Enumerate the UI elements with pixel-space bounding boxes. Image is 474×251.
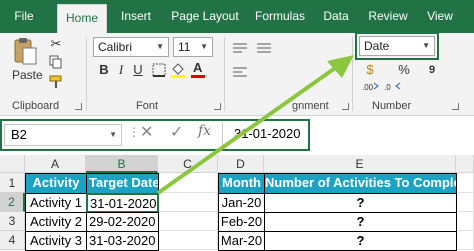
tab-home[interactable]: Home [57, 4, 107, 33]
tab-formulas[interactable]: Formulas [248, 0, 312, 33]
decrease-decimal-icon[interactable]: .0 [384, 79, 402, 93]
tab-data[interactable]: Data [316, 0, 356, 33]
formula-divider [222, 123, 223, 147]
paste-label[interactable]: Paste [12, 68, 43, 82]
row-header-4[interactable]: 4 [0, 231, 25, 250]
cell-c1[interactable] [158, 173, 218, 193]
more-options-icon: ⋮ [128, 125, 140, 139]
alignment-launcher-icon[interactable] [342, 103, 349, 110]
column-header-b[interactable]: B [86, 155, 158, 173]
column-header-c[interactable]: C [158, 155, 218, 173]
number-format-value: Date [364, 39, 390, 53]
row-header-2[interactable]: 2 [0, 193, 25, 212]
name-box[interactable]: B2 ▼ [4, 124, 122, 146]
cell-f4[interactable] [457, 231, 474, 250]
cell-e1[interactable]: Number of Activities To Complete [264, 173, 457, 194]
paste-icon[interactable] [12, 37, 38, 67]
cell-d4[interactable]: Mar-20 [218, 231, 265, 251]
cell-c2[interactable] [158, 193, 218, 212]
cell-d3[interactable]: Feb-20 [218, 212, 265, 232]
formula-bar: B2 ▼ ⋮ ✕ ✓ fx 31-01-2020 [0, 117, 474, 153]
bold-icon[interactable]: B [97, 61, 111, 79]
cell-b2[interactable]: 31-01-2020 [86, 193, 159, 213]
clipboard-group-label: Clipboard [12, 100, 60, 112]
cell-a2[interactable]: Activity 1 [25, 193, 87, 213]
chevron-down-icon: ▼ [200, 42, 208, 51]
formula-input[interactable]: 31-01-2020 [234, 126, 301, 141]
chevron-down-icon: ▼ [109, 130, 117, 139]
font-name-value: Calibri [98, 40, 133, 54]
column-header-e[interactable]: E [264, 155, 456, 173]
tab-review[interactable]: Review [362, 0, 414, 33]
column-header-f[interactable] [456, 155, 474, 173]
cell-d2[interactable]: Jan-20 [218, 193, 265, 213]
font-launcher-icon[interactable] [214, 103, 221, 110]
cell-c4[interactable] [158, 231, 218, 250]
fill-color-icon[interactable] [170, 61, 186, 79]
group-separator [224, 37, 225, 111]
cut-icon[interactable]: ✂ [48, 35, 64, 53]
confirm-entry-icon[interactable]: ✓ [170, 122, 183, 142]
tab-insert[interactable]: Insert [112, 0, 160, 33]
cell-f3[interactable] [457, 212, 474, 231]
comma-style-icon[interactable]: 9 [424, 61, 440, 79]
borders-icon[interactable] [152, 63, 166, 77]
cell-f1[interactable] [457, 173, 474, 193]
font-name-combo[interactable]: Calibri ▼ [93, 37, 169, 57]
percent-style-icon[interactable]: % [396, 61, 412, 79]
insert-function-icon[interactable]: fx [198, 123, 211, 139]
cell-b1[interactable]: Target Date [86, 173, 159, 194]
accounting-format-icon[interactable]: $ [362, 61, 378, 79]
worksheet-grid: A B C D E 1 2 3 4 Activity Target Date A… [0, 155, 474, 251]
group-separator [352, 37, 353, 111]
cell-f2[interactable] [457, 193, 474, 212]
number-format-combo[interactable]: Date ▼ [359, 36, 435, 56]
copy-icon[interactable] [49, 55, 63, 69]
format-painter-icon[interactable] [49, 75, 63, 89]
cancel-entry-icon[interactable]: ✕ [140, 122, 153, 142]
align-top-icon[interactable] [232, 41, 248, 53]
underline-icon[interactable]: U [131, 61, 145, 79]
ribbon-tab-bar: File Home Insert Page Layout Formulas Da… [0, 0, 474, 33]
cell-a1[interactable]: Activity [25, 173, 87, 194]
row-header-1[interactable]: 1 [0, 173, 25, 193]
tab-page-layout[interactable]: Page Layout [166, 0, 244, 33]
cell-c3[interactable] [158, 212, 218, 231]
cell-e4[interactable]: ? [264, 231, 457, 251]
align-middle-icon[interactable] [256, 41, 272, 53]
group-separator [86, 37, 87, 111]
column-header-a[interactable]: A [25, 155, 86, 173]
row-header-3[interactable]: 3 [0, 212, 25, 231]
select-all-corner[interactable] [0, 155, 25, 173]
number-launcher-icon[interactable] [452, 103, 459, 110]
font-size-value: 11 [178, 40, 191, 54]
clipboard-launcher-icon[interactable] [75, 103, 82, 110]
alignment-group-label: gnment [292, 100, 329, 112]
column-header-d[interactable]: D [218, 155, 264, 173]
tab-file[interactable]: File [4, 0, 44, 33]
name-box-value: B2 [11, 127, 27, 142]
svg-text:.0: .0 [384, 83, 391, 92]
cell-e3[interactable]: ? [264, 212, 457, 232]
number-group-label: Number [372, 100, 412, 112]
increase-decimal-icon[interactable]: .00 [362, 79, 380, 93]
align-left-icon[interactable] [232, 65, 248, 77]
font-group-label: Font [136, 100, 159, 112]
ribbon: Paste ✂ Clipboard Calibri ▼ 11 ▼ B I U A… [0, 32, 474, 116]
cell-a3[interactable]: Activity 2 [25, 212, 87, 232]
svg-text:.00: .00 [362, 83, 374, 92]
cell-e2[interactable]: ? [264, 193, 457, 213]
italic-icon[interactable]: I [114, 61, 128, 79]
font-size-combo[interactable]: 11 ▼ [173, 37, 213, 57]
font-color-icon[interactable]: A [190, 60, 206, 79]
chevron-down-icon: ▼ [422, 41, 430, 50]
cell-d1[interactable]: Month [218, 173, 265, 194]
chevron-down-icon: ▼ [156, 42, 164, 51]
cell-b3[interactable]: 29-02-2020 [86, 212, 159, 232]
cell-a4[interactable]: Activity 3 [25, 231, 87, 251]
tab-view[interactable]: View [420, 0, 460, 33]
cell-b4[interactable]: 31-03-2020 [86, 231, 159, 251]
